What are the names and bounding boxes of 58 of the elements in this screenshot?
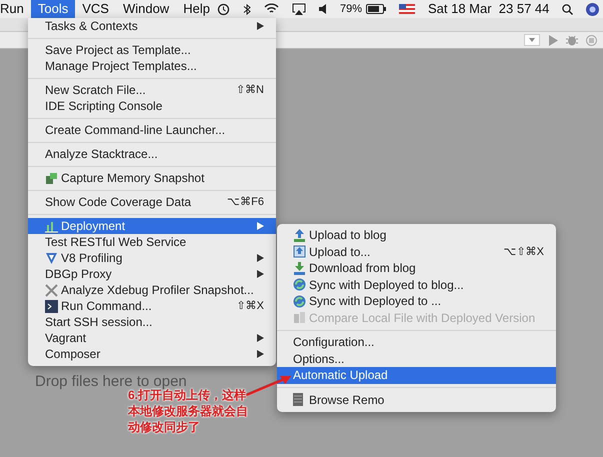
menu-item[interactable]: Composer — [28, 346, 276, 362]
menubar-item[interactable]: Help — [176, 0, 217, 18]
menu-item[interactable]: Manage Project Templates... — [28, 58, 276, 74]
wifi-icon[interactable] — [264, 3, 279, 15]
sync-icon — [293, 294, 306, 308]
server-icon — [293, 393, 303, 406]
bluetooth-icon[interactable] — [242, 2, 251, 16]
menu-item[interactable]: Deployment — [28, 218, 276, 234]
menu-item[interactable]: Save Project as Template... — [28, 42, 276, 58]
menu-item[interactable]: Sync with Deployed to ... — [277, 293, 556, 310]
menu-item[interactable]: Create Command-line Launcher... — [28, 122, 276, 138]
upload-icon — [293, 228, 306, 242]
menu-item[interactable]: V8 Profiling — [28, 250, 276, 266]
compare-icon — [293, 311, 306, 324]
menu-item[interactable]: Capture Memory Snapshot — [28, 170, 276, 186]
menu-item[interactable]: Run Command... ⇧⌘X — [28, 298, 276, 314]
annotation-text: 6.打开自动上传，这样本地修改服务器就会自动修改同步了 — [128, 388, 249, 435]
upload-icon — [293, 245, 306, 258]
menu-item[interactable]: Download from blog — [277, 260, 556, 276]
sync-icon — [293, 278, 306, 292]
clock: Sat 18 Mar 23 57 44 — [428, 0, 550, 18]
menu-item[interactable]: Upload to... ⌥⇧⌘X — [277, 244, 556, 260]
menu-item[interactable]: Options... — [277, 350, 556, 367]
airplay-icon[interactable] — [292, 3, 306, 15]
menu-item[interactable]: New Scratch File... ⇧⌘N — [28, 82, 276, 98]
menu-item[interactable]: Automatic Upload — [277, 367, 556, 384]
submenu-arrow-icon — [257, 222, 264, 230]
caret-icon — [529, 38, 535, 42]
menubar-item[interactable]: Window — [116, 0, 176, 18]
submenu-arrow-icon — [257, 22, 264, 30]
menu-item[interactable]: Test RESTful Web Service — [28, 234, 276, 250]
menu-item[interactable]: Upload to blog — [277, 227, 556, 244]
menubar-item[interactable]: Run — [0, 0, 31, 18]
menu-item[interactable]: DBGp Proxy — [28, 266, 276, 282]
menu-item[interactable]: Show Code Coverage Data ⌥⌘F6 — [28, 194, 276, 210]
shield-icon — [45, 252, 58, 264]
menubar-item[interactable]: Tools — [30, 0, 76, 18]
flag-icon[interactable] — [398, 4, 415, 14]
clock-history-icon[interactable] — [216, 2, 230, 16]
speaker-icon[interactable] — [318, 4, 327, 14]
menu-item[interactable]: Analyze Stacktrace... — [28, 146, 276, 162]
download-icon — [293, 262, 306, 275]
search-icon[interactable] — [562, 4, 574, 14]
menu-item[interactable]: Sync with Deployed to blog... — [277, 276, 556, 293]
menu-item[interactable]: Vagrant — [28, 330, 276, 346]
menu-item[interactable]: Start SSH session... — [28, 314, 276, 330]
cross-icon — [45, 284, 58, 296]
menu-item[interactable]: Browse Remo — [277, 392, 556, 408]
background-hint: Drop files here to open — [35, 372, 187, 390]
menu-item[interactable]: IDE Scripting Console — [28, 98, 276, 114]
battery-percent: 79% — [340, 2, 362, 17]
menu-item[interactable]: Analyze Xdebug Profiler Snapshot... — [28, 282, 276, 298]
menubar-item[interactable]: VCS — [75, 0, 116, 18]
run-config-dropdown[interactable] — [524, 34, 540, 46]
assistant-icon[interactable] — [586, 2, 600, 16]
terminal-icon — [45, 300, 58, 312]
battery-icon[interactable] — [366, 4, 386, 14]
menu-item[interactable]: Configuration... — [277, 334, 556, 350]
